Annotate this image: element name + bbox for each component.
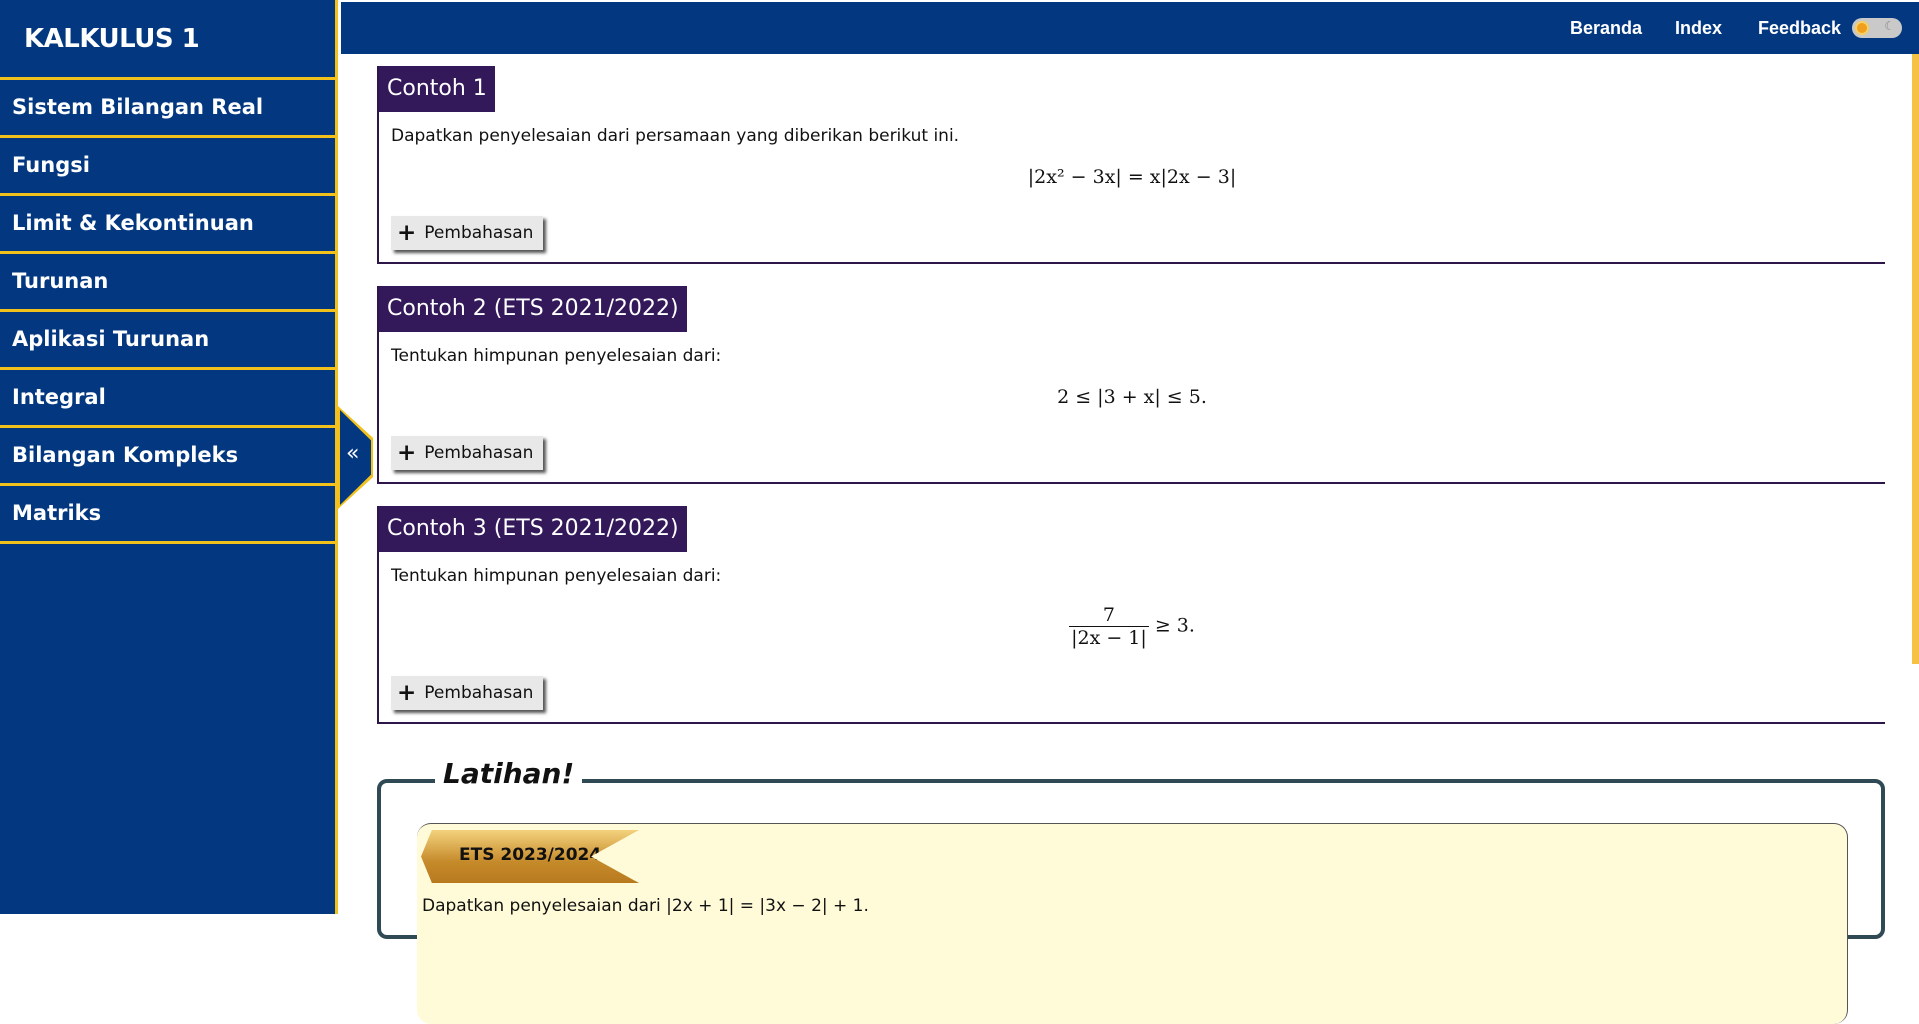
sidebar-item-matriks[interactable]: Matriks xyxy=(0,486,335,544)
fraction: 7 |2x − 1| xyxy=(1069,604,1149,649)
nav-link-feedback[interactable]: Feedback xyxy=(1758,18,1841,39)
sidebar-item-bilangan-kompleks[interactable]: Bilangan Kompleks xyxy=(0,428,335,486)
math-inequality-fraction: 7 |2x − 1| ≥ 3. xyxy=(379,604,1885,649)
sidebar-item-sistem-bilangan-real[interactable]: Sistem Bilangan Real xyxy=(0,80,335,138)
top-navbar: Beranda Index Feedback xyxy=(341,2,1919,54)
example-title: Contoh 3 (ETS 2021/2022) xyxy=(379,506,687,552)
chevrons-left-icon: « xyxy=(346,441,360,466)
nav-link-index[interactable]: Index xyxy=(1675,18,1722,39)
pembahasan-label: Pembahasan xyxy=(424,223,534,243)
fraction-numerator: 7 xyxy=(1069,604,1149,627)
sidebar-item-limit[interactable]: Limit & Kekontinuan xyxy=(0,196,335,254)
site-title[interactable]: KALKULUS 1 xyxy=(0,0,335,80)
example-title: Contoh 2 (ETS 2021/2022) xyxy=(379,286,687,332)
example-text: Tentukan himpunan penyelesaian dari: xyxy=(391,566,722,586)
sidebar-item-aplikasi-turunan[interactable]: Aplikasi Turunan xyxy=(0,312,335,370)
sidebar: KALKULUS 1 Sistem Bilangan Real Fungsi L… xyxy=(0,0,338,914)
plus-icon: + xyxy=(397,680,417,706)
example-text: Dapatkan penyelesaian dari persamaan yan… xyxy=(391,126,960,146)
math-equation: |2x² − 3x| = x|2x − 3| xyxy=(1027,166,1237,188)
latihan-text: Dapatkan penyelesaian dari |2x + 1| = |3… xyxy=(422,896,869,916)
pembahasan-button[interactable]: + Pembahasan xyxy=(391,676,544,710)
inequality-rhs: ≥ 3. xyxy=(1154,614,1195,637)
sun-icon xyxy=(1855,21,1869,35)
latihan-title: Latihan! xyxy=(435,757,583,790)
pembahasan-button[interactable]: + Pembahasan xyxy=(391,216,544,250)
nav-link-beranda[interactable]: Beranda xyxy=(1570,18,1642,39)
plus-icon: + xyxy=(397,440,417,466)
sidebar-item-integral[interactable]: Integral xyxy=(0,370,335,428)
example-card-3: Contoh 3 (ETS 2021/2022) Tentukan himpun… xyxy=(377,506,1885,724)
latihan-exercise-card xyxy=(417,823,1848,1024)
sidebar-item-fungsi[interactable]: Fungsi xyxy=(0,138,335,196)
pembahasan-label: Pembahasan xyxy=(424,443,534,463)
example-text: Tentukan himpunan penyelesaian dari: xyxy=(391,346,722,366)
theme-toggle-switch[interactable]: ☾ xyxy=(1852,18,1902,38)
pembahasan-label: Pembahasan xyxy=(424,683,534,703)
math-inequality: 2 ≤ |3 + x| ≤ 5. xyxy=(1057,386,1207,408)
example-card-2: Contoh 2 (ETS 2021/2022) Tentukan himpun… xyxy=(377,286,1885,484)
fraction-denominator: |2x − 1| xyxy=(1071,627,1147,649)
scrollbar-accent[interactable] xyxy=(1912,54,1919,664)
sidebar-item-turunan[interactable]: Turunan xyxy=(0,254,335,312)
moon-icon: ☾ xyxy=(1884,19,1895,33)
ribbon-label: ETS 2023/2024 xyxy=(459,845,602,865)
example-card-1: Contoh 1 Dapatkan penyelesaian dari pers… xyxy=(377,66,1885,264)
pembahasan-button[interactable]: + Pembahasan xyxy=(391,436,544,470)
plus-icon: + xyxy=(397,220,417,246)
example-title: Contoh 1 xyxy=(379,66,495,112)
